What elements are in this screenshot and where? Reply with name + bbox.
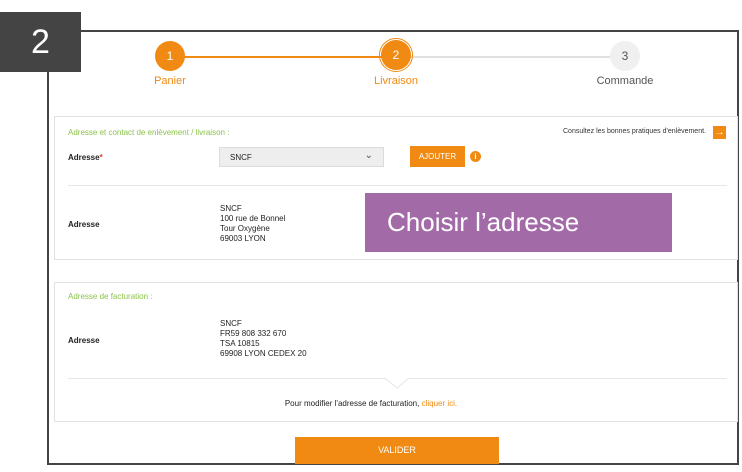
divider-notch	[385, 378, 409, 389]
address-label: Adresse*	[68, 153, 103, 162]
required-mark: *	[99, 153, 103, 162]
billing-detail-label: Adresse	[68, 336, 100, 345]
step-1-circle[interactable]: 1	[155, 41, 185, 71]
billing-modify-link[interactable]: cliquer ici.	[422, 399, 458, 408]
validate-button[interactable]: VALIDER	[295, 437, 499, 464]
pickup-divider	[68, 185, 727, 186]
info-icon[interactable]: i	[470, 151, 481, 162]
step-2-label[interactable]: Livraison	[336, 75, 456, 87]
chevron-down-icon: ⌄	[364, 150, 373, 161]
step-2-circle[interactable]: 2	[381, 40, 411, 70]
address-select-value: SNCF	[230, 153, 252, 162]
step-3-circle[interactable]: 3	[610, 41, 640, 71]
step-1-label[interactable]: Panier	[110, 75, 230, 87]
pickup-address-text: SNCF 100 rue de Bonnel Tour Oxygène 6900…	[220, 204, 286, 243]
billing-modify-line: Pour modifier l'adresse de facturation, …	[0, 399, 742, 408]
good-practice-link[interactable]: Consultez les bonnes pratiques d'enlèvem…	[563, 128, 706, 135]
billing-section-title: Adresse de facturation :	[68, 292, 153, 301]
overlay-choose-address: Choisir l’adresse	[365, 193, 672, 252]
billing-modify-text: Pour modifier l'adresse de facturation,	[284, 399, 420, 408]
billing-address-text: SNCF FR59 808 332 670 TSA 10815 69908 LY…	[220, 319, 307, 358]
add-address-button[interactable]: AJOUTER	[410, 146, 465, 167]
step-line-done	[170, 56, 397, 58]
address-select[interactable]: SNCF ⌄	[219, 147, 384, 167]
step-3-label[interactable]: Commande	[565, 75, 685, 87]
slide-number: 2	[0, 12, 81, 72]
step-line-todo	[397, 56, 624, 58]
pickup-detail-label: Adresse	[68, 220, 100, 229]
pickup-section-title: Adresse et contact de enlèvement / livra…	[68, 128, 230, 137]
arrow-right-icon[interactable]: →	[713, 126, 726, 139]
